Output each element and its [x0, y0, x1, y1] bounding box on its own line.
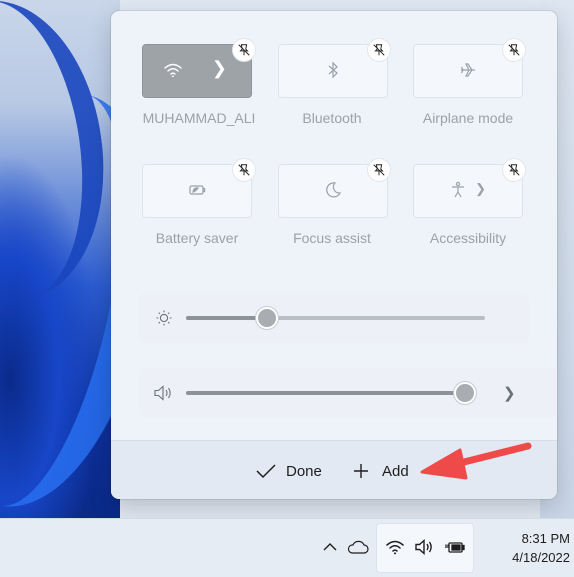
add-button[interactable]: Add — [352, 457, 409, 485]
tile-label-focus-assist: Focus assist — [293, 230, 371, 246]
plus-icon — [354, 464, 368, 478]
quick-settings-panel: ❯ MUHAMMAD_ALI Bluetooth Airplane mode B… — [111, 11, 557, 499]
taskbar: 8:31 PM 4/18/2022 — [0, 518, 574, 577]
tile-label-bluetooth: Bluetooth — [302, 110, 362, 126]
volume-slider-fill — [186, 391, 465, 395]
battery-saver-icon — [189, 185, 206, 195]
chevron-up-icon[interactable] — [319, 536, 341, 558]
onedrive-cloud-icon[interactable] — [347, 536, 369, 558]
tile-label-battery-saver: Battery saver — [155, 230, 239, 246]
speaker-icon[interactable] — [153, 384, 175, 402]
unpin-icon[interactable] — [368, 159, 390, 181]
volume-slider-thumb[interactable] — [454, 382, 476, 404]
tile-label-accessibility: Accessibility — [429, 230, 507, 246]
checkmark-icon — [256, 464, 276, 479]
unpin-icon[interactable] — [233, 39, 255, 61]
clock-date: 4/18/2022 — [512, 550, 570, 565]
clock-time: 8:31 PM — [521, 531, 570, 546]
done-button[interactable]: Done — [255, 457, 322, 485]
unpin-icon[interactable] — [233, 159, 255, 181]
tile-label-wifi: MUHAMMAD_ALI — [142, 110, 256, 126]
brightness-slider-row — [139, 293, 529, 343]
bluetooth-icon — [328, 61, 338, 79]
moon-icon — [326, 182, 342, 198]
accessibility-chevron-right-icon[interactable]: ❯ — [475, 181, 486, 197]
wifi-icon — [384, 536, 406, 558]
wifi-chevron-right-icon[interactable]: ❯ — [212, 58, 227, 79]
annotation-arrow-icon — [420, 442, 532, 480]
tile-label-airplane-mode: Airplane mode — [422, 110, 514, 126]
audio-output-chevron-right-icon[interactable]: ❯ — [503, 384, 516, 402]
taskbar-clock[interactable]: 8:31 PM 4/18/2022 — [478, 529, 570, 567]
battery-charging-icon — [444, 536, 466, 558]
system-tray-quick-settings-button[interactable] — [376, 523, 474, 573]
unpin-icon[interactable] — [503, 159, 525, 181]
desktop-wallpaper — [0, 0, 188, 527]
brightness-slider-thumb[interactable] — [256, 307, 278, 329]
airplane-icon — [460, 63, 475, 77]
speaker-icon — [414, 536, 436, 558]
brightness-icon — [156, 310, 172, 326]
wifi-icon — [164, 63, 182, 78]
accessibility-icon — [452, 181, 464, 198]
unpin-icon[interactable] — [503, 39, 525, 61]
unpin-icon[interactable] — [368, 39, 390, 61]
add-button-label: Add — [382, 462, 409, 480]
volume-slider-row: ❯ — [139, 368, 557, 418]
done-button-label: Done — [286, 462, 322, 480]
brightness-slider-fill — [186, 316, 267, 320]
